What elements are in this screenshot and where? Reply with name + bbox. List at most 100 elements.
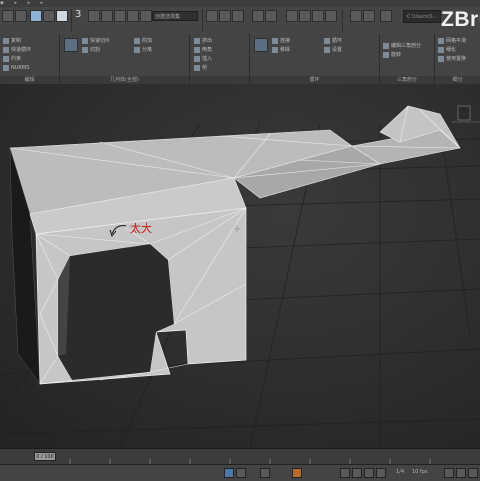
menu-item[interactable]: ◆ [0,0,4,6]
angle-snap-icon[interactable] [101,10,113,22]
render-frame-icon[interactable] [312,10,324,22]
play-icon[interactable] [364,468,374,478]
status-bar: 1/4 10 fps [0,464,480,481]
loops-icon[interactable] [254,38,268,52]
ribbon-item[interactable]: 插入 [194,55,212,63]
ribbon-item[interactable]: 移除 [272,46,290,54]
perspective-viewport[interactable]: + 太大 [0,84,480,448]
ribbon-item[interactable]: 旋转 [383,51,401,59]
auto-key-button[interactable] [292,468,302,478]
ribbon-panel-title: 编辑 [0,76,59,84]
edit-named-sel-icon[interactable] [140,10,152,22]
ribbon-item[interactable]: 约束 [3,55,21,63]
toolbar-divider [342,9,343,31]
ribbon-item[interactable]: NURMS [3,64,29,72]
rotate-icon[interactable] [56,10,68,22]
search-input[interactable]: C:\Users\S... [403,10,441,23]
ribbon-item[interactable]: 连接 [272,37,290,45]
zbrush-watermark: ZBru [441,8,480,31]
ribbon-item[interactable]: 快速切片 [82,37,110,45]
loop-icon [3,46,9,53]
ribbon-item[interactable]: 网格平滑 [438,37,466,45]
speed-label: 1/4 [396,469,405,475]
key-mode-icon[interactable] [260,468,270,478]
ribbon-panel-title: 循环 [250,76,379,84]
swift-loop-icon[interactable] [64,38,78,52]
menu-item[interactable]: ▸ [28,0,31,6]
render-icon[interactable] [325,10,337,22]
lock-selection-icon[interactable] [224,468,234,478]
schematic-icon[interactable] [265,10,277,22]
ribbon-item[interactable]: 附加 [134,37,152,45]
orbit-icon[interactable] [468,468,478,478]
ribbon-item[interactable]: 细化 [438,46,456,54]
render-setup-icon[interactable] [299,10,311,22]
prev-frame-icon[interactable] [352,468,362,478]
ribbon-item[interactable]: 循环 [324,37,342,45]
repeat-icon [3,37,9,44]
ribbon-item[interactable]: 切割 [82,46,100,54]
tool-row: 3 创建选择集 C:\Users\S... [0,7,480,34]
spinner-snap-icon[interactable] [127,10,139,22]
named-selection-dropdown[interactable]: 创建选择集 [152,11,198,21]
menu-bar: ◆ ▸ ▸ ▸ [0,0,480,7]
turn-icon [383,51,389,58]
ribbon-panel-title: 几何体(全部) [60,76,189,84]
menu-item[interactable]: ▸ [14,0,17,6]
vertex-marker: + [233,224,241,235]
main-toolbar: ◆ ▸ ▸ ▸ 3 创建选择集 C:\Users\S... ZBru [0,0,480,35]
snap-3-label[interactable]: 3 [75,9,81,20]
ribbon-item[interactable]: 分离 [134,46,152,54]
material-editor-icon[interactable] [286,10,298,22]
next-frame-icon[interactable] [376,468,386,478]
inset-icon [194,55,200,62]
snap-icon[interactable] [88,10,100,22]
select-icon[interactable] [30,10,42,22]
mirror-icon[interactable] [206,10,218,22]
go-to-start-icon[interactable] [340,468,350,478]
bevel-icon [194,46,200,53]
ribbon-panel-title: 细分 [435,76,480,84]
ribbon-item[interactable]: 复制 [3,37,21,45]
ribbon-panel-polygons: 挤出 倒角 插入 桥 [190,34,250,84]
ribbon-item[interactable]: 倒角 [194,46,212,54]
user-icon[interactable] [380,10,392,22]
slice-icon [82,37,88,44]
move-icon[interactable] [43,10,55,22]
ribbon-item[interactable]: 快速循环 [3,46,31,54]
percent-snap-icon[interactable] [114,10,126,22]
nurms-icon [3,64,9,71]
detach-icon [134,46,140,53]
ribbon-panel-title: 三角剖分 [380,76,434,84]
timeline[interactable]: 0 / 100 [0,448,480,465]
ribbon-panel-edit: 复制 快速循环 约束 NURMS 编辑 [0,34,60,84]
toolbar-divider [71,9,72,31]
viewport-canvas: + [0,84,480,448]
workspace-icon[interactable] [350,10,362,22]
ribbon-item[interactable]: 设置 [324,46,342,54]
ribbon-panel-triangulation: 编辑三角剖分 旋转 三角剖分 [380,34,435,84]
ribbon-item[interactable]: 桥 [194,64,207,72]
project-icon[interactable] [363,10,375,22]
redo-icon[interactable] [15,10,27,22]
ribbon-item[interactable]: 使用置换 [438,55,466,63]
undo-icon[interactable] [2,10,14,22]
zoom-icon[interactable] [444,468,454,478]
attach-icon [134,37,140,44]
align-icon[interactable] [219,10,231,22]
pan-icon[interactable] [456,468,466,478]
curve-editor-icon[interactable] [252,10,264,22]
constraint-icon [3,55,9,62]
tessellate-icon [438,46,444,53]
menu-item[interactable]: ▸ [41,0,44,6]
absolute-mode-icon[interactable] [236,468,246,478]
ribbon-panel-geometry: 快速切片 切割 附加 分离 几何体(全部) [60,34,190,84]
timeline-ticks [69,459,431,464]
fps-label: 10 fps [412,469,428,475]
bridge-icon [194,64,200,71]
ribbon-panel-title [190,76,249,84]
layer-icon[interactable] [232,10,244,22]
ribbon-item[interactable]: 编辑三角剖分 [383,42,421,50]
displacement-icon [438,55,444,62]
ribbon-item[interactable]: 挤出 [194,37,212,45]
